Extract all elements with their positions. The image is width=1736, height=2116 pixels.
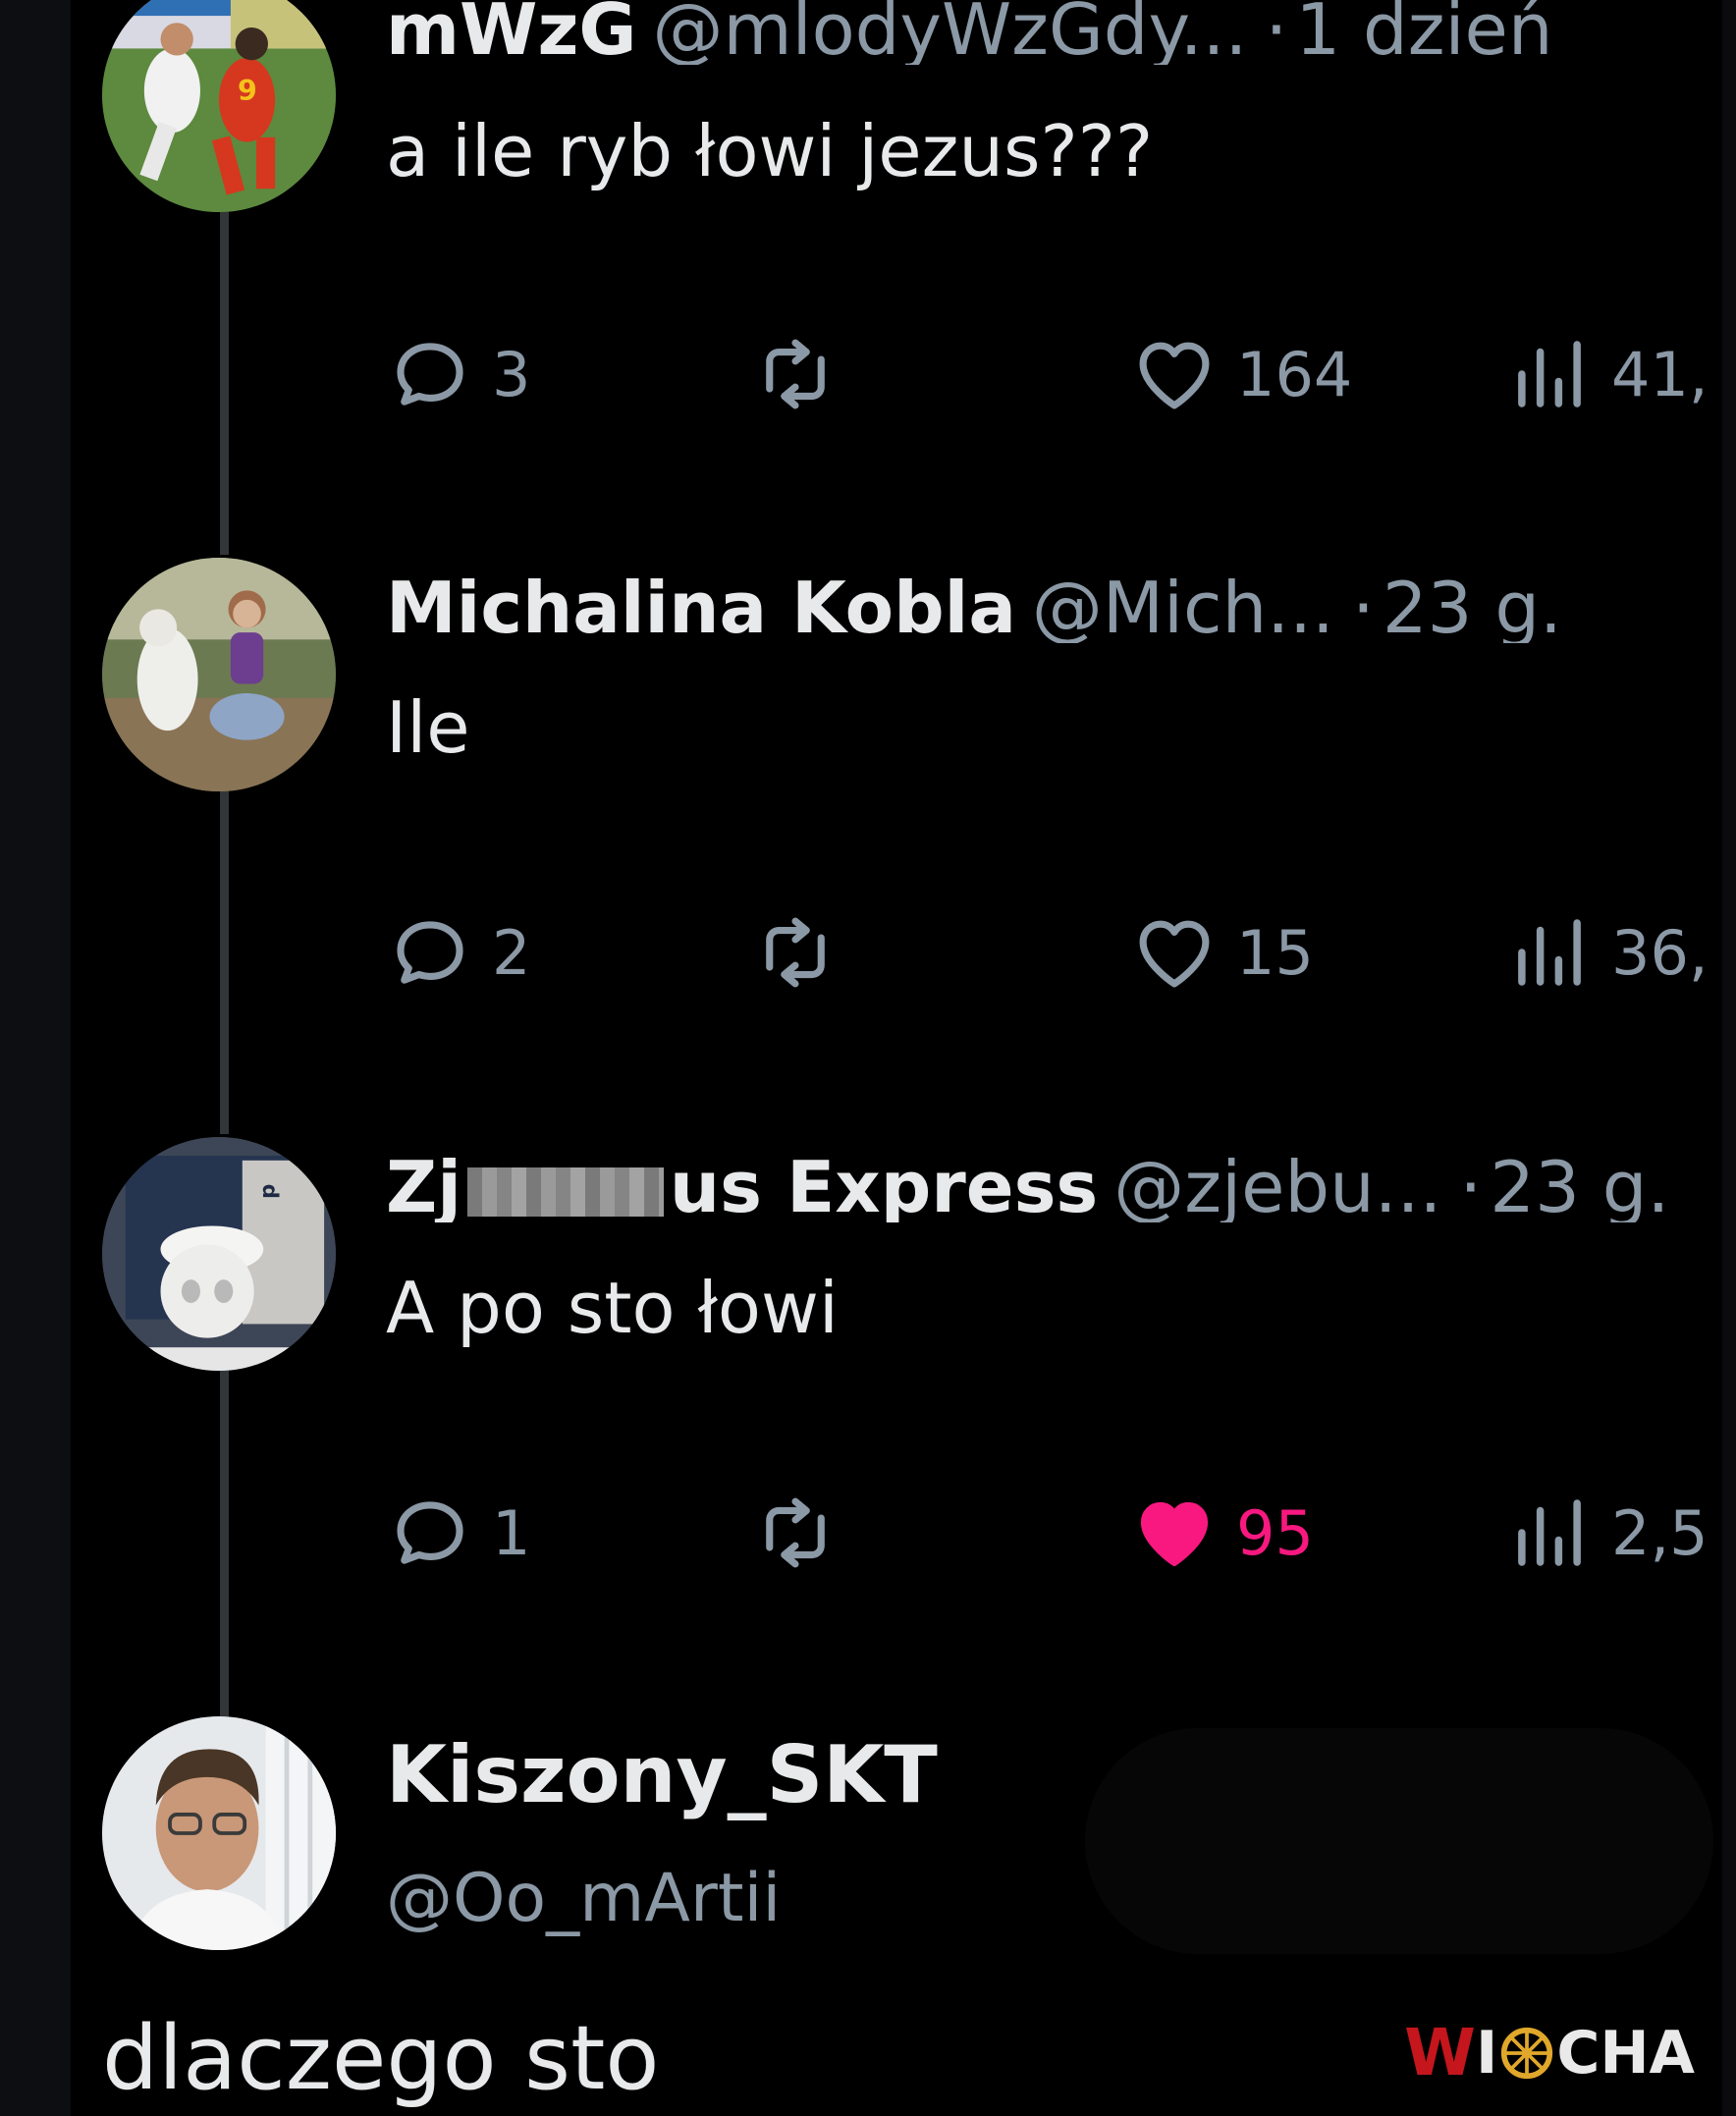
tweet-actions: 2 15 36, bbox=[386, 908, 1731, 997]
retweet-button[interactable] bbox=[751, 1489, 840, 1577]
views-count: 36, bbox=[1611, 916, 1709, 989]
tweet-text: Ile bbox=[386, 686, 470, 769]
follow-button-placeholder bbox=[1085, 1728, 1713, 1954]
views-count: 41, bbox=[1611, 338, 1709, 410]
tweet-actions: 3 164 41, bbox=[386, 330, 1731, 418]
heart-outline-icon bbox=[1139, 920, 1210, 988]
like-button[interactable]: 15 bbox=[1130, 908, 1314, 997]
separator-dot: · bbox=[1351, 572, 1375, 643]
tweet-header: Michalina Kobla @Mich... · 23 g. bbox=[386, 572, 1697, 643]
reply-icon bbox=[397, 343, 463, 406]
views-bar-chart-icon bbox=[1518, 341, 1581, 407]
tweet-text: a ile ryb łowi jezus??? bbox=[386, 110, 1154, 192]
reply-count: 1 bbox=[492, 1496, 531, 1569]
retweet-button[interactable] bbox=[751, 908, 840, 997]
girl-with-goat-avatar bbox=[102, 558, 336, 791]
views-bar-chart-icon bbox=[1518, 919, 1581, 986]
retweet-icon bbox=[766, 917, 825, 988]
avatar[interactable]: d bbox=[102, 1137, 336, 1371]
like-button[interactable]: 164 bbox=[1130, 330, 1352, 418]
avatar[interactable] bbox=[102, 558, 336, 791]
avatar[interactable] bbox=[102, 1716, 336, 1950]
timestamp[interactable]: 1 dzień bbox=[1295, 0, 1552, 65]
timestamp[interactable]: 23 g. bbox=[1383, 572, 1562, 643]
man-portrait-avatar bbox=[102, 1716, 336, 1950]
watermark-letter: CHA bbox=[1556, 2019, 1695, 2088]
timestamp[interactable]: 23 g. bbox=[1490, 1152, 1669, 1222]
display-name[interactable]: Michalina Kobla bbox=[386, 572, 1016, 643]
thread-line bbox=[220, 1370, 229, 1723]
tweet-header: mWzG @mlodyWzGdy... · 1 dzień bbox=[386, 0, 1697, 65]
tweet-text: A po sto łowi bbox=[386, 1267, 839, 1349]
svg-text:d: d bbox=[257, 1184, 282, 1199]
display-name[interactable]: Zj us Express bbox=[386, 1152, 1098, 1222]
watermark-letter: I bbox=[1475, 2019, 1498, 2088]
display-name[interactable]: Kiszony_SKT bbox=[386, 1736, 938, 1815]
wagon-wheel-icon bbox=[1501, 2027, 1553, 2080]
watermark-logo: W I CHA bbox=[1404, 2021, 1695, 2086]
separator-dot: · bbox=[1265, 0, 1288, 65]
views-bar-chart-icon bbox=[1518, 1499, 1581, 1566]
skull-toilet-avatar: d bbox=[102, 1137, 336, 1371]
heart-filled-icon bbox=[1140, 1501, 1209, 1567]
display-name-part: Zj bbox=[386, 1152, 461, 1222]
like-count: 15 bbox=[1236, 916, 1314, 989]
retweet-icon bbox=[766, 339, 825, 409]
reply-count: 2 bbox=[492, 916, 531, 989]
like-count: 95 bbox=[1236, 1496, 1314, 1569]
reply-button[interactable]: 2 bbox=[386, 908, 530, 997]
thread-line bbox=[220, 206, 229, 555]
separator-dot: · bbox=[1459, 1152, 1483, 1222]
watermark-letter: W bbox=[1404, 2015, 1476, 2090]
tweet-text: dlaczego sto bbox=[102, 2007, 660, 2110]
tweet-actions: 1 95 2,5 bbox=[386, 1489, 1731, 1577]
football-player-avatar: 9 bbox=[102, 0, 336, 212]
user-handle[interactable]: @zjebu... bbox=[1113, 1152, 1441, 1222]
left-margin-band bbox=[0, 0, 71, 2116]
user-handle[interactable]: @Mich... bbox=[1032, 572, 1334, 643]
reply-count: 3 bbox=[492, 338, 531, 410]
thread-line bbox=[220, 790, 229, 1134]
display-name-part: us Express bbox=[669, 1152, 1099, 1222]
views-count: 2,5 bbox=[1611, 1496, 1709, 1569]
views-button[interactable]: 2,5 bbox=[1505, 1489, 1709, 1577]
right-margin-band bbox=[1722, 0, 1736, 2116]
reply-button[interactable]: 1 bbox=[386, 1489, 530, 1577]
like-button[interactable]: 95 bbox=[1130, 1489, 1314, 1577]
svg-text:9: 9 bbox=[238, 74, 257, 107]
views-button[interactable]: 41, bbox=[1505, 330, 1709, 418]
display-name[interactable]: mWzG bbox=[386, 0, 636, 65]
views-button[interactable]: 36, bbox=[1505, 908, 1709, 997]
avatar[interactable]: 9 bbox=[102, 0, 336, 212]
censored-text-block bbox=[466, 1167, 664, 1218]
retweet-button[interactable] bbox=[751, 330, 840, 418]
reply-icon bbox=[397, 1501, 463, 1564]
reply-button[interactable]: 3 bbox=[386, 330, 530, 418]
like-count: 164 bbox=[1236, 338, 1353, 410]
user-handle[interactable]: @Oo_mArtii bbox=[386, 1866, 781, 1932]
tweet-header: Zj us Express @zjebu... · 23 g. bbox=[386, 1152, 1697, 1222]
heart-outline-icon bbox=[1139, 342, 1210, 409]
reply-icon bbox=[397, 921, 463, 984]
retweet-icon bbox=[766, 1497, 825, 1568]
user-handle[interactable]: @mlodyWzGdy... bbox=[652, 0, 1247, 65]
